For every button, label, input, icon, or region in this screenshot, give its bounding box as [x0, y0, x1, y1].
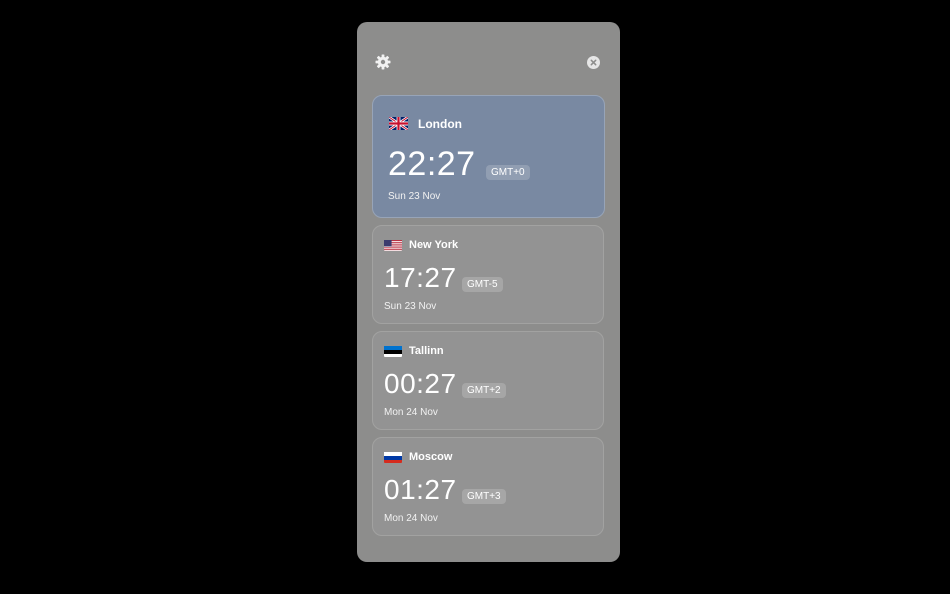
- world-clock-panel: London 22:27 GMT+0 Sun 23 Nov New York 1…: [357, 22, 620, 562]
- clock-date: Sun 23 Nov: [384, 301, 437, 312]
- clock-time: 00:27: [384, 368, 457, 399]
- clock-card-tallinn[interactable]: Tallinn 00:27 GMT+2 Mon 24 Nov: [372, 331, 604, 430]
- city-name: New York: [409, 239, 459, 251]
- timezone-badge: GMT+3: [462, 489, 506, 504]
- us-flag-icon: [384, 239, 402, 251]
- city-name: Tallinn: [409, 345, 444, 357]
- clock-time: 01:27: [384, 474, 457, 505]
- clock-date: Mon 24 Nov: [384, 513, 438, 524]
- city-name: London: [418, 117, 462, 131]
- timezone-badge: GMT-5: [462, 277, 503, 292]
- gear-icon[interactable]: [375, 54, 391, 70]
- clock-card-new-york[interactable]: New York 17:27 GMT-5 Sun 23 Nov: [372, 225, 604, 324]
- clock-date: Sun 23 Nov: [388, 191, 441, 202]
- clock-date: Mon 24 Nov: [384, 407, 438, 418]
- timezone-badge: GMT+0: [486, 165, 530, 180]
- clock-card-london[interactable]: London 22:27 GMT+0 Sun 23 Nov: [372, 95, 605, 218]
- clock-card-moscow[interactable]: Moscow 01:27 GMT+3 Mon 24 Nov: [372, 437, 604, 536]
- uk-flag-icon: [389, 117, 408, 130]
- russia-flag-icon: [384, 451, 402, 463]
- clock-time: 22:27: [388, 145, 476, 183]
- timezone-badge: GMT+2: [462, 383, 506, 398]
- close-icon[interactable]: [587, 56, 600, 69]
- clock-time: 17:27: [384, 262, 457, 293]
- estonia-flag-icon: [384, 345, 402, 357]
- city-name: Moscow: [409, 451, 453, 463]
